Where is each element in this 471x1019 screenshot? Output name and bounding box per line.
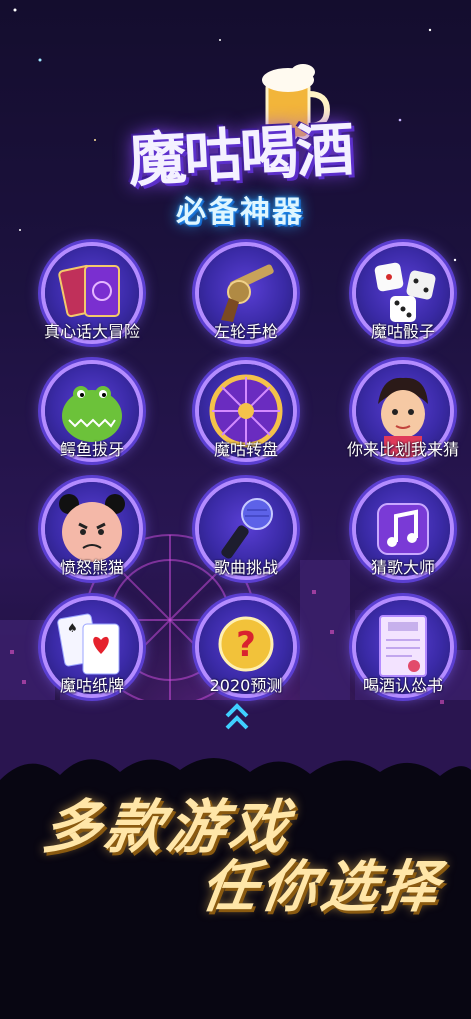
game-tile-revolver[interactable]: 左轮手枪 <box>176 246 316 366</box>
game-tile-guess-song[interactable]: 猜歌大师 <box>333 482 471 602</box>
game-tile-angry-panda[interactable]: 愤怒熊猫 <box>22 482 162 602</box>
slogan-line-2: 任你选择 <box>196 855 446 920</box>
game-tile-charades[interactable]: 你来比划我来猜 <box>333 364 471 484</box>
game-label: 你来比划我来猜 <box>346 440 459 459</box>
game-label: 2020预测 <box>209 676 283 695</box>
game-label: 猜歌大师 <box>370 558 435 577</box>
game-tile-drinking-certificate[interactable]: 喝酒认怂书 <box>333 600 471 720</box>
game-label: 左轮手枪 <box>213 322 278 341</box>
game-label: 真心话大冒险 <box>43 322 140 341</box>
scroll-up-icon[interactable] <box>225 700 249 734</box>
game-label: 歌曲挑战 <box>213 558 278 577</box>
game-tile-dice[interactable]: 魔咕骰子 <box>333 246 471 366</box>
svg-text:♠: ♠ <box>67 621 78 635</box>
game-label: 愤怒熊猫 <box>59 558 124 577</box>
game-tile-wheel[interactable]: 魔咕转盘 <box>176 364 316 484</box>
game-tile-truth-or-dare[interactable]: 真心话大冒险 <box>22 246 162 366</box>
game-grid: 真心话大冒险 左轮手枪 魔咕骰子 鳄鱼拔牙 魔咕转盘 你来比划我来猜 愤怒熊猫 … <box>0 0 471 720</box>
game-label: 鳄鱼拔牙 <box>59 440 124 459</box>
game-tile-poker[interactable]: ♠ 魔咕纸牌 <box>22 600 162 720</box>
game-label: 魔咕骰子 <box>370 322 435 341</box>
game-tile-crocodile[interactable]: 鳄鱼拔牙 <box>22 364 162 484</box>
game-label: 喝酒认怂书 <box>362 676 443 695</box>
game-tile-song-challenge[interactable]: 歌曲挑战 <box>176 482 316 602</box>
game-label: 魔咕转盘 <box>213 440 278 459</box>
svg-text:?: ? <box>236 625 256 665</box>
game-label: 魔咕纸牌 <box>59 676 124 695</box>
